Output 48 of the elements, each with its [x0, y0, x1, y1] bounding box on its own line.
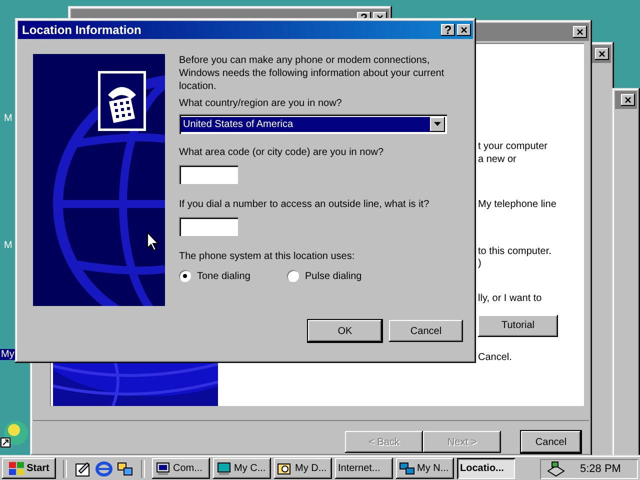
taskbar-button[interactable]: Locatio... [457, 458, 515, 479]
mouse-pointer-icon [147, 232, 159, 251]
window-title: Location Information [21, 23, 142, 37]
windows-logo-icon [8, 462, 25, 476]
wizard-button[interactable]: Cancel [521, 431, 581, 453]
country-dropdown[interactable]: United States of America [179, 114, 447, 134]
monitor-icon [216, 462, 232, 476]
tutorial-button[interactable]: Tutorial [478, 314, 558, 337]
body-text: to this computer. [478, 246, 552, 257]
dialog-button[interactable]: OK [308, 320, 382, 342]
body-text: ) [478, 258, 482, 269]
country-value: United States of America [181, 116, 430, 132]
network-icon[interactable] [546, 460, 566, 476]
desktop-icon-label[interactable]: My [0, 349, 16, 360]
body-text: a new or [478, 154, 516, 165]
taskbar-button[interactable]: My N... [396, 458, 454, 479]
globe-icon[interactable] [0, 418, 30, 448]
help-button[interactable]: ? [441, 24, 455, 36]
dialog-button[interactable]: Cancel [389, 320, 463, 342]
intro-text: Before you can make any phone or modem connections, Windows needs the following information about your current location. [179, 54, 446, 93]
network-icon [399, 462, 415, 476]
body-text: lly, or I want to [478, 292, 542, 304]
desktop-icon[interactable] [74, 460, 92, 478]
radio-button[interactable] [179, 270, 191, 282]
start-button[interactable]: Start [2, 458, 56, 479]
area-code-label: What area code (or city code) are you in now? [179, 146, 384, 159]
taskbar-button[interactable]: Internet... [335, 458, 393, 479]
radio-option[interactable]: Tone dialing [179, 270, 287, 282]
area-code-field[interactable] [179, 165, 238, 184]
phone-system-label: The phone system at this location uses: [179, 250, 355, 263]
body-text: My telephone line [478, 198, 556, 210]
body-text: t your computer [478, 140, 548, 152]
body-text: Cancel. [478, 352, 512, 363]
outside-line-field[interactable] [179, 217, 238, 236]
taskbar-button[interactable]: Com... [152, 458, 210, 479]
taskbar-button[interactable]: My C... [213, 458, 271, 479]
telephone-icon [98, 71, 146, 131]
radio-option[interactable]: Pulse dialing [287, 270, 362, 282]
country-label: What country/region are you in now? [179, 97, 342, 110]
close-button[interactable]: × [457, 24, 471, 36]
computer-icon [155, 462, 171, 476]
taskbar-button[interactable]: My D... [274, 458, 332, 479]
radio-button[interactable] [287, 270, 299, 282]
folder-search-icon [277, 462, 293, 476]
channels-icon[interactable] [116, 460, 134, 478]
browser-icon[interactable] [95, 460, 113, 478]
clock: 5:28 PM [580, 462, 621, 474]
outside-line-label: If you dial a number to access an outside line, what is it? [179, 198, 430, 211]
